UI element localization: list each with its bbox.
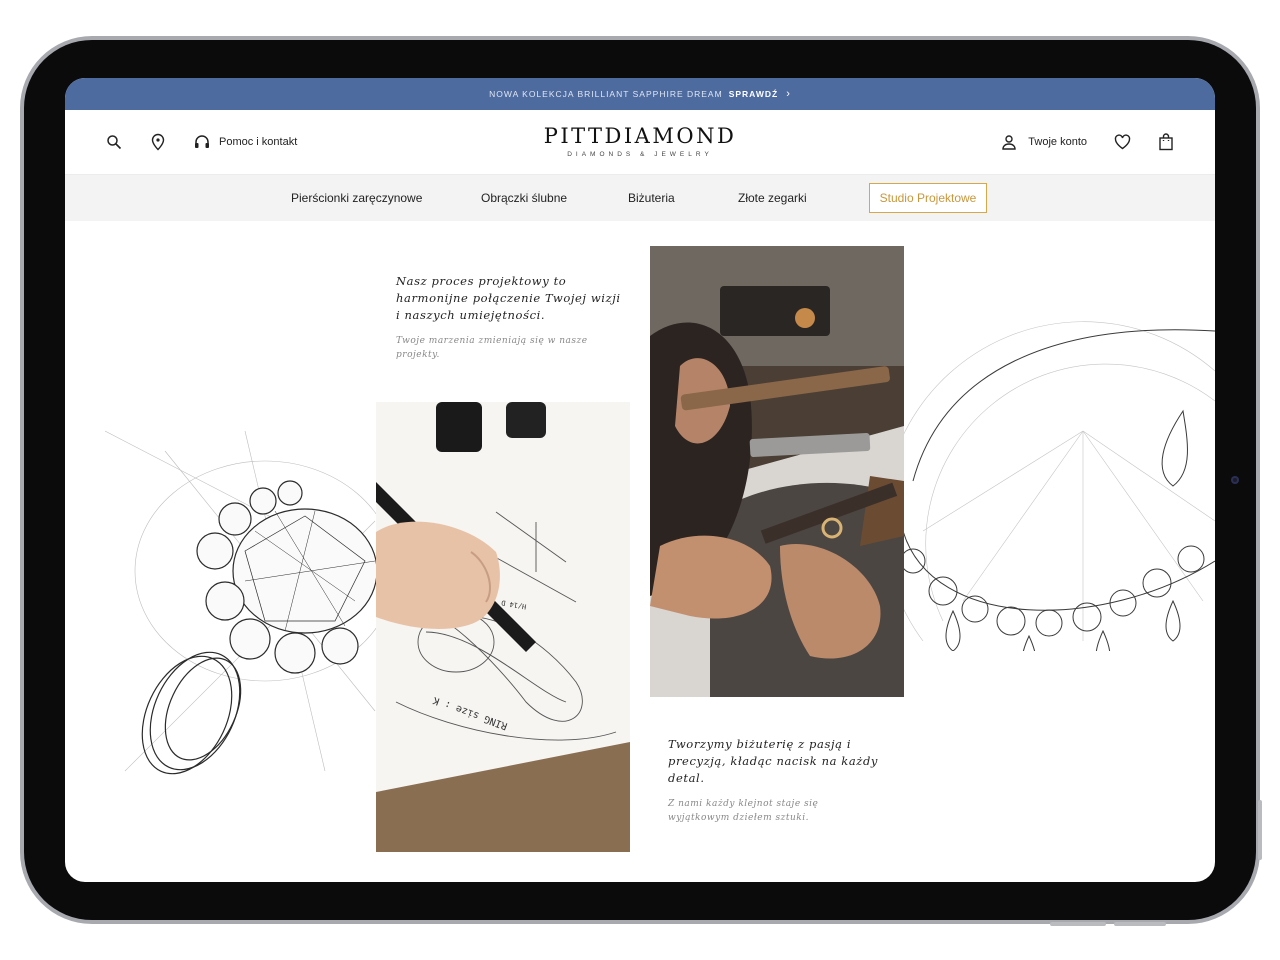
site-header: Pomoc i kontakt PITTDIAMOND DIAMONDS & J… [65, 110, 1215, 175]
nav-item-design-studio[interactable]: Studio Projektowe [869, 183, 987, 213]
necklace-sketch-illustration [903, 321, 1215, 651]
main-navigation: Pierścionki zaręczynowe Obrączki ślubne … [65, 175, 1215, 221]
user-icon[interactable] [1000, 133, 1018, 151]
outro-title: Tworzymy biżuterię z pasją i precyzją, k… [668, 737, 879, 785]
volume-button [1050, 922, 1106, 926]
chevron-right-icon: › [786, 88, 791, 100]
jeweler-workshop-photo [650, 246, 904, 697]
heart-icon[interactable] [1113, 133, 1131, 151]
sketching-photo: RING size : K H/14 D [376, 402, 630, 852]
browser-screen: NOWA KOLEKCJA BRILLIANT SAPPHIRE DREAM S… [65, 78, 1215, 882]
power-button [1258, 800, 1262, 860]
outro-text-block: Tworzymy biżuterię z pasją i precyzją, k… [668, 736, 883, 825]
volume-button [1114, 922, 1166, 926]
intro-title: Nasz proces projektowy to harmonijne poł… [396, 274, 621, 322]
outro-subtitle: Z nami każdy klejnot staje się wyjątkowy… [668, 799, 819, 823]
front-camera [1231, 476, 1239, 484]
promo-text: NOWA KOLEKCJA BRILLIANT SAPPHIRE DREAM [489, 89, 723, 99]
intro-subtitle: Twoje marzenia zmieniają się w nasze pro… [396, 336, 588, 360]
promo-bar[interactable]: NOWA KOLEKCJA BRILLIANT SAPPHIRE DREAM S… [65, 78, 1215, 110]
intro-text-block: Nasz proces projektowy to harmonijne poł… [396, 273, 626, 362]
design-studio-section: Nasz proces projektowy to harmonijne poł… [65, 221, 1215, 882]
nav-item-gold-watches[interactable]: Złote zegarki [738, 191, 807, 205]
shopping-bag-icon[interactable] [1157, 133, 1175, 151]
nav-item-jewelry[interactable]: Biżuteria [628, 191, 675, 205]
nav-item-engagement-rings[interactable]: Pierścionki zaręczynowe [291, 191, 422, 205]
ring-sketch-illustration [105, 430, 385, 775]
nav-item-wedding-bands[interactable]: Obrączki ślubne [481, 191, 567, 205]
promo-cta[interactable]: SPRAWDŹ [729, 89, 779, 99]
account-link[interactable]: Twoje konto [1028, 136, 1087, 148]
